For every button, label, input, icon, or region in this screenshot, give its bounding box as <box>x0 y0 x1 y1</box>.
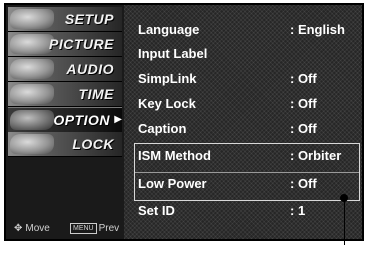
audio-icon <box>10 59 54 79</box>
menu-key-icon: MENU <box>70 223 97 234</box>
ism-low-power-highlight <box>134 143 360 201</box>
prev-hint-label: Prev <box>98 223 120 234</box>
menu-item-value: : Off <box>290 121 317 136</box>
menu-item-value: : English <box>290 22 345 37</box>
time-icon <box>10 84 54 104</box>
lock-icon <box>10 134 54 154</box>
dpad-icon: ✥ <box>14 223 23 234</box>
menu-tab-column: SETUP PICTURE AUDIO TIME OPTION ▶ LOCK ✥… <box>6 5 124 239</box>
tab-time-label: TIME <box>78 86 114 102</box>
tab-audio[interactable]: AUDIO <box>8 57 122 82</box>
menu-item-label: Key Lock <box>138 96 196 111</box>
tab-option[interactable]: OPTION ▶ <box>8 107 122 133</box>
move-hint: ✥ Move <box>14 223 50 234</box>
tab-time[interactable]: TIME <box>8 82 122 107</box>
menu-item-key-lock[interactable]: Key Lock : Off <box>134 93 358 115</box>
tab-setup[interactable]: SETUP <box>8 7 122 32</box>
tab-option-label: OPTION <box>53 112 110 128</box>
callout-line <box>344 197 345 245</box>
menu-item-input-label[interactable]: Input Label <box>134 43 358 65</box>
setup-icon <box>10 9 54 29</box>
menu-item-label: Input Label <box>138 46 208 61</box>
prev-hint: MENU Prev <box>70 223 119 234</box>
highlight-divider <box>135 172 359 173</box>
tab-setup-label: SETUP <box>64 11 114 27</box>
menu-item-value: : Off <box>290 96 317 111</box>
picture-icon <box>10 34 54 54</box>
menu-item-caption[interactable]: Caption : Off <box>134 118 358 140</box>
tab-picture-label: PICTURE <box>49 36 114 52</box>
option-icon <box>10 110 54 130</box>
menu-item-value: : 1 <box>290 203 306 218</box>
menu-item-label: Set ID <box>138 203 175 218</box>
tab-picture[interactable]: PICTURE <box>8 32 122 57</box>
tab-lock[interactable]: LOCK <box>8 132 122 157</box>
option-settings-panel: Language : English Input Label SimpLink … <box>124 5 362 239</box>
navigation-hints: ✥ Move MENU Prev <box>14 223 122 239</box>
menu-item-language[interactable]: Language : English <box>134 19 358 41</box>
tab-lock-label: LOCK <box>72 136 114 152</box>
menu-item-set-id[interactable]: Set ID : 1 <box>134 200 358 222</box>
osd-menu-window: SETUP PICTURE AUDIO TIME OPTION ▶ LOCK ✥… <box>4 3 364 241</box>
menu-item-value: : Off <box>290 71 317 86</box>
menu-item-label: Language <box>138 22 200 37</box>
chevron-right-icon: ▶ <box>114 114 122 125</box>
tab-audio-label: AUDIO <box>66 61 114 77</box>
move-hint-label: Move <box>25 223 50 234</box>
menu-item-label: Caption <box>138 121 187 136</box>
menu-item-label: SimpLink <box>138 71 197 86</box>
menu-item-simplink[interactable]: SimpLink : Off <box>134 68 358 90</box>
